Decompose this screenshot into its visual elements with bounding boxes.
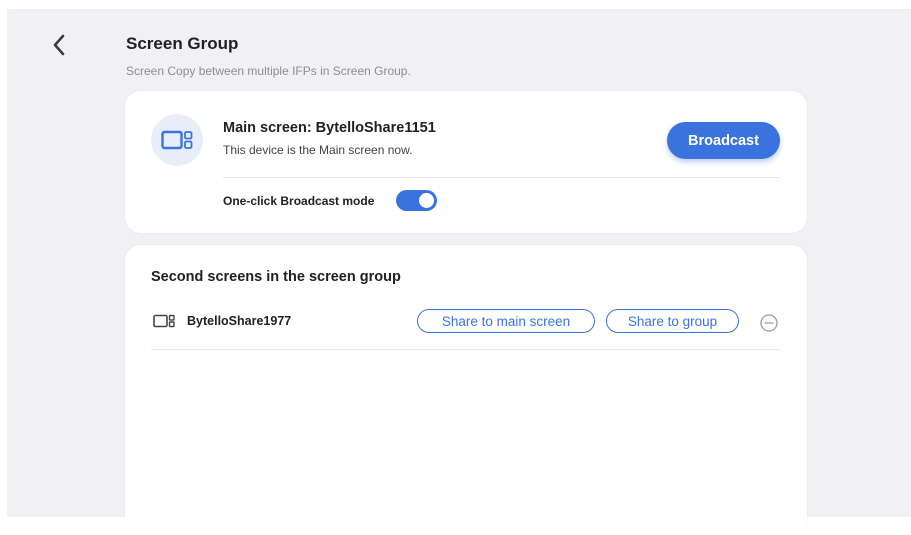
chevron-left-icon <box>53 34 65 56</box>
divider <box>223 177 780 178</box>
broadcast-mode-label: One-click Broadcast mode <box>223 194 375 208</box>
main-screen-note: This device is the Main screen now. <box>223 143 413 157</box>
divider <box>151 349 780 350</box>
main-screen-name: Main screen: BytelloShare1151 <box>223 120 436 136</box>
broadcast-mode-toggle[interactable] <box>396 190 437 211</box>
minus-circle-icon <box>760 314 778 332</box>
screen-device-icon <box>153 314 175 328</box>
screen-group-device-icon <box>161 130 193 150</box>
broadcast-button[interactable]: Broadcast <box>667 122 780 159</box>
second-screens-card: Second screens in the screen group Bytel… <box>125 245 807 535</box>
screen-group-page: Screen Group Screen Copy between multipl… <box>7 9 911 535</box>
second-screens-title: Second screens in the screen group <box>151 269 401 285</box>
share-to-main-screen-button[interactable]: Share to main screen <box>417 309 595 333</box>
main-screen-badge <box>151 114 203 166</box>
second-screen-name: BytelloShare1977 <box>187 314 292 328</box>
toggle-knob <box>419 193 434 208</box>
page-subtitle: Screen Copy between multiple IFPs in Scr… <box>126 64 411 78</box>
page-title: Screen Group <box>126 34 239 53</box>
main-screen-card: Main screen: BytelloShare1151 This devic… <box>125 91 807 233</box>
second-screen-row: BytelloShare1977 Share to main screen Sh… <box>151 307 780 337</box>
share-to-group-button[interactable]: Share to group <box>606 309 739 333</box>
back-button[interactable] <box>45 31 73 59</box>
remove-screen-button[interactable] <box>760 314 778 332</box>
